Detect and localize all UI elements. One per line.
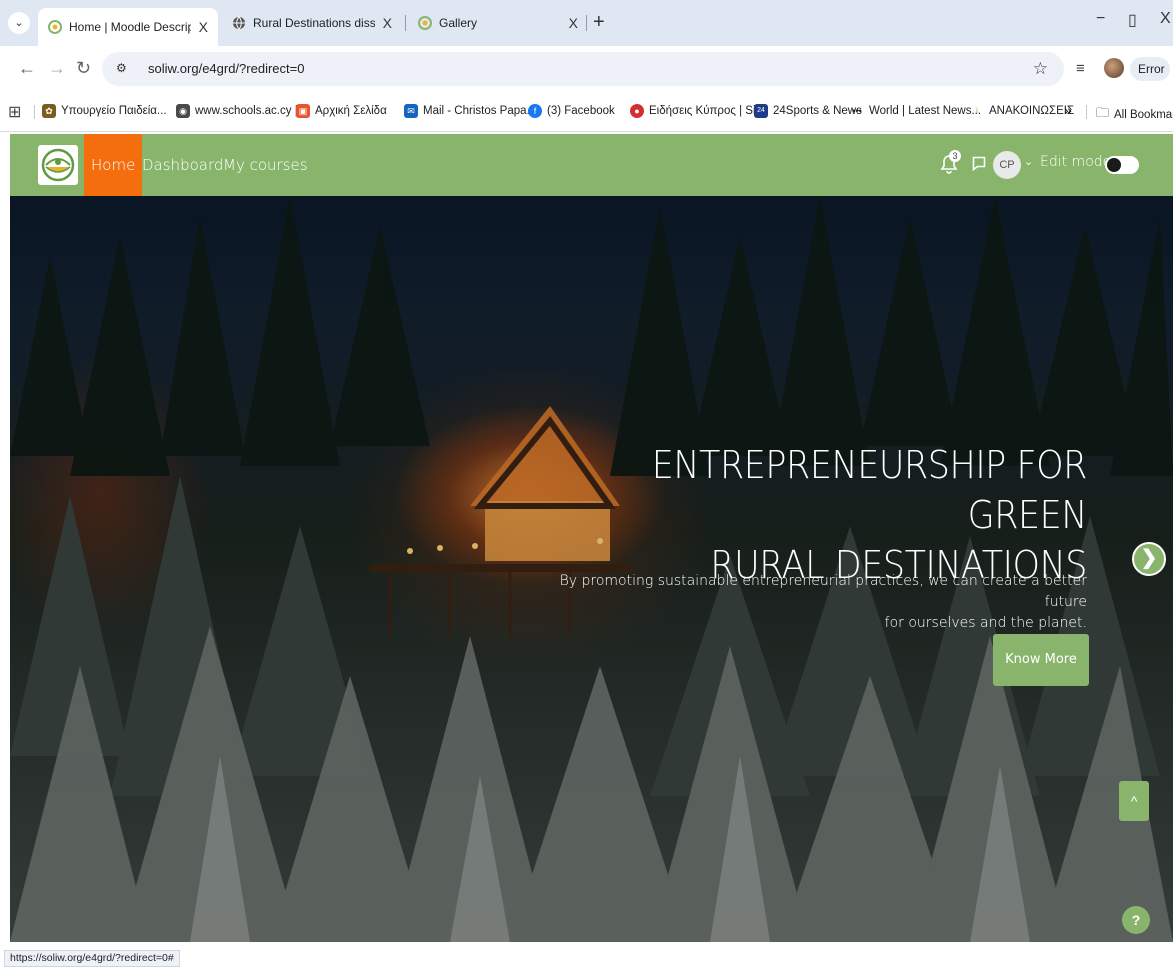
tab-close-icon[interactable]: X — [383, 15, 392, 31]
bookmark-label: 24Sports & News — [773, 105, 862, 117]
site-settings-icon[interactable]: ⚙ — [116, 61, 127, 75]
tab-rural-destinations[interactable]: Rural Destinations dissemination X — [222, 8, 402, 38]
tab-separator — [586, 15, 587, 31]
profile-avatar[interactable] — [1104, 58, 1124, 78]
slider-next-button[interactable]: ❯ — [1132, 542, 1166, 576]
back-to-top-button[interactable]: ^ — [1119, 781, 1149, 821]
announcements-icon: i — [976, 106, 978, 116]
bookmark-item[interactable]: f (3) Facebook — [528, 104, 615, 118]
reload-icon[interactable]: ↻ — [76, 58, 91, 78]
restore-button[interactable]: ▯ — [1128, 10, 1137, 30]
bookmark-label: World | Latest News... — [869, 105, 982, 117]
globe-favicon-icon — [233, 16, 245, 30]
site-logo[interactable] — [38, 145, 78, 185]
address-bar[interactable]: ⚙ soliw.org/e4grd/?redirect=0 ☆ — [102, 52, 1064, 86]
bookmark-item[interactable]: ▣ Αρχική Σελίδα — [296, 104, 387, 118]
error-label: Error — [1138, 62, 1165, 76]
site-logo-icon — [41, 148, 75, 182]
homepage-icon: ▣ — [296, 104, 310, 118]
apps-grid-icon[interactable]: ⊞ — [8, 102, 21, 122]
all-bookmarks-label: All Bookmarks — [1114, 109, 1173, 121]
error-status-button[interactable]: Error — [1130, 57, 1170, 81]
bookmark-item[interactable]: i ΑΝΑΚΟΙΝΩΣΕΙΣ — [970, 104, 1074, 118]
tab-label: Rural Destinations dissemination — [253, 16, 375, 30]
bookmark-label: Υπουργείο Παιδεία... — [61, 105, 167, 117]
edit-mode-toggle[interactable] — [1105, 156, 1139, 174]
know-more-button[interactable]: Know More — [993, 634, 1089, 686]
toggle-knob — [1107, 158, 1121, 172]
tab-home-moodle[interactable]: Home | Moodle Description X — [38, 8, 218, 46]
bookmark-item[interactable]: ✿ Υπουργείο Παιδεία... — [42, 104, 167, 118]
moodle-navbar: Home Dashboard My courses 3 CP ⌄ Edit mo… — [10, 134, 1173, 196]
close-window-button[interactable]: X — [1160, 10, 1171, 28]
tab-label: Home | Moodle Description — [69, 20, 191, 34]
tab-separator — [405, 15, 406, 31]
bookmark-separator — [34, 105, 35, 119]
news-icon: ● — [630, 104, 644, 118]
bookmark-label: www.schools.ac.cy |... — [195, 105, 308, 117]
bookmark-item[interactable]: ◉ www.schools.ac.cy |... — [176, 104, 307, 118]
user-avatar[interactable]: CP — [993, 151, 1021, 179]
bookmark-label: ΑΝΑΚΟΙΝΩΣΕΙΣ — [989, 105, 1075, 117]
hero-title: ENTREPRENEURSHIP FOR GREEN RURAL DESTINA… — [535, 440, 1088, 590]
globe-icon: ◉ — [176, 104, 190, 118]
bookmark-item[interactable]: ● Ειδήσεις Κύπρος | Si... — [630, 104, 765, 118]
bookmark-label: Αρχική Σελίδα — [315, 105, 387, 117]
browser-tab-strip: ⌄ Home | Moodle Description X Rural Dest… — [0, 0, 1173, 46]
forward-arrow-icon[interactable]: → — [48, 58, 66, 78]
bookmark-label: (3) Facebook — [547, 105, 615, 117]
bookmark-item[interactable]: ••• World | Latest News... — [850, 104, 981, 118]
nav-my-courses-link[interactable]: My courses — [216, 134, 315, 196]
bookmark-label: Mail - Christos Papa... — [423, 105, 537, 117]
notifications-button[interactable]: 3 — [940, 150, 961, 176]
minimize-button[interactable]: − — [1096, 10, 1105, 28]
tab-label: Gallery — [439, 16, 478, 30]
bookmark-item[interactable]: 24 24Sports & News — [754, 104, 862, 118]
chat-bubble-icon — [972, 156, 986, 172]
new-tab-button[interactable]: + — [593, 11, 605, 33]
hero-subtitle-line: for ourselves and the planet. — [884, 615, 1087, 631]
hero-subtitle: By promoting sustainable entrepreneurial… — [527, 571, 1087, 634]
world-news-icon: ••• — [852, 106, 862, 116]
ministry-icon: ✿ — [42, 104, 56, 118]
status-url-tooltip: https://soliw.org/e4grd/?redirect=0# — [4, 950, 180, 967]
sports-icon: 24 — [754, 104, 768, 118]
bookmarks-bar: ⊞ ✿ Υπουργείο Παιδεία... ◉ www.schools.ac.… — [0, 92, 1173, 132]
hero-slider: ENTREPRENEURSHIP FOR GREEN RURAL DESTINA… — [10, 196, 1173, 942]
tab-close-icon[interactable]: X — [569, 15, 578, 31]
tab-search-chevron-icon[interactable]: ⌄ — [8, 12, 30, 34]
reading-list-icon[interactable]: ≡ — [1076, 60, 1085, 77]
chevron-down-icon[interactable]: ⌄ — [1024, 155, 1033, 168]
bookmark-item[interactable]: ✉ Mail - Christos Papa... — [404, 104, 536, 118]
browser-toolbar: ← → ↻ ⚙ soliw.org/e4grd/?redirect=0 ☆ ≡ … — [0, 46, 1173, 92]
url-text: soliw.org/e4grd/?redirect=0 — [148, 61, 305, 76]
notification-count-badge: 3 — [949, 150, 961, 162]
moodle-favicon-icon — [48, 20, 62, 34]
facebook-icon: f — [528, 104, 542, 118]
bookmark-separator — [1086, 105, 1087, 119]
messages-button[interactable] — [972, 156, 986, 172]
help-button[interactable]: ? — [1122, 906, 1150, 934]
back-arrow-icon[interactable]: ← — [18, 58, 36, 78]
bookmarks-overflow-button[interactable]: » — [1064, 102, 1072, 118]
bookmark-label: Ειδήσεις Κύπρος | Si... — [649, 105, 766, 117]
tab-close-icon[interactable]: X — [199, 19, 208, 35]
bookmark-star-icon[interactable]: ☆ — [1033, 59, 1048, 79]
moodle-favicon-icon — [418, 16, 432, 30]
hero-title-line: ENTREPRENEURSHIP FOR GREEN — [651, 443, 1088, 537]
all-bookmarks-button[interactable]: 🗀 All Bookmarks — [1096, 104, 1173, 126]
mail-icon: ✉ — [404, 104, 418, 118]
folder-icon: 🗀 — [1096, 105, 1110, 120]
nav-home-link[interactable]: Home — [84, 134, 143, 196]
browser-status-bar: https://soliw.org/e4grd/?redirect=0# — [0, 944, 1173, 972]
edit-mode-label: Edit mode — [1040, 154, 1112, 170]
tab-gallery[interactable]: Gallery X — [408, 8, 588, 38]
hero-subtitle-line: By promoting sustainable entrepreneurial… — [559, 573, 1087, 610]
